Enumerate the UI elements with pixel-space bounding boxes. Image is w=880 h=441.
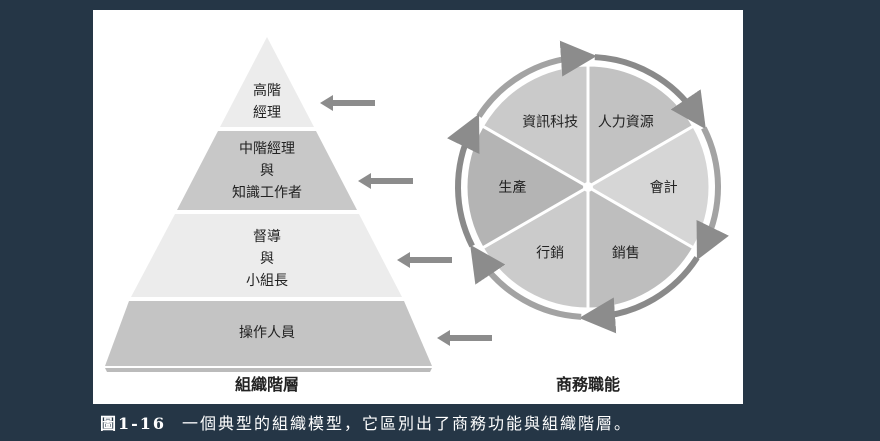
level-label: 督導 [253,229,281,245]
level-label: 與 [260,251,274,267]
segment-label: 行銷 [536,246,564,262]
caption-number: 圖1-16 [100,414,167,433]
wheel-center [583,182,593,192]
level-label: 小組長 [246,273,288,289]
segment-label: 人力資源 [598,114,654,130]
pyramid-title: 組織階層 [235,375,299,394]
segment-label: 銷售 [612,246,640,262]
arrow-left-icon [358,173,413,189]
level-label: 高階 [253,82,281,99]
segment-label: 資訊科技 [522,114,578,130]
segment-label: 會計 [650,180,678,196]
arrow-left-icon [397,252,452,268]
level-label: 與 [260,163,274,179]
wheel-title: 商務職能 [556,375,620,394]
arrow-left-icon [437,330,492,346]
level-label: 操作人員 [239,325,295,341]
organization-diagram: 高階 經理 中階經理 與 知識工作者 督導 與 小組長 操作人員 組織階層 資訊… [105,37,729,394]
pyramid: 高階 經理 中階經理 與 知識工作者 督導 與 小組長 操作人員 組織階層 [105,37,432,394]
segment-label: 生產 [498,179,526,196]
figure-panel: 高階 經理 中階經理 與 知識工作者 督導 與 小組長 操作人員 組織階層 資訊… [93,10,743,404]
level-label: 知識工作者 [232,184,302,201]
arrow-left-icon [320,95,375,111]
level-label: 經理 [253,105,281,121]
pyramid-shadow [105,368,432,372]
business-function-wheel: 資訊科技 人力資源會計銷售 行銷 生產 [447,40,729,334]
figure-caption: 圖1-16 一個典型的組織模型，它區別出了商務功能與組織階層。 [100,410,632,434]
caption-text: 一個典型的組織模型，它區別出了商務功能與組織階層。 [182,414,633,433]
level-label: 中階經理 [239,141,295,157]
